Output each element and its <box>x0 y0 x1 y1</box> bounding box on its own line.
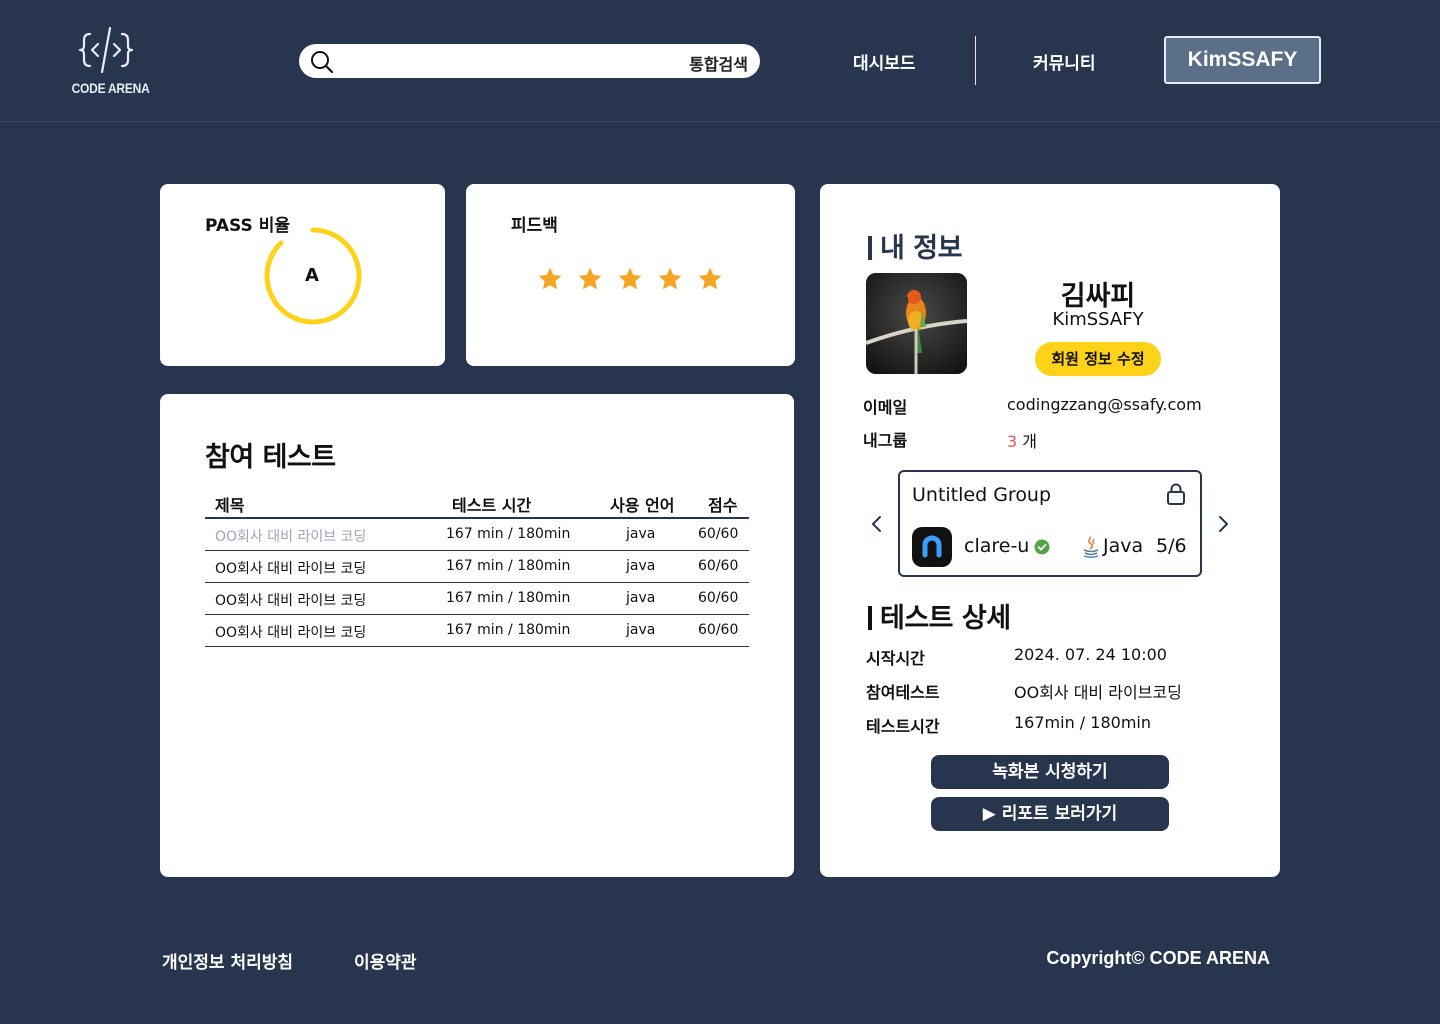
group-count-unit: 개 <box>1017 432 1037 451</box>
group-card[interactable]: Untitled Group clare-u Java 5/6 <box>898 470 1202 577</box>
star-icon <box>618 267 642 290</box>
my-info-title: 내 정보 <box>868 226 962 265</box>
column-time: 테스트 시간 <box>452 496 532 515</box>
table-row[interactable]: OO회사 대비 라이브 코딩 167 min / 180min java 60/… <box>205 551 749 583</box>
parrot-photo <box>866 273 967 374</box>
row-language: java <box>626 558 656 574</box>
row-title[interactable]: OO회사 대비 라이브 코딩 <box>215 558 366 578</box>
feedback-card: 피드백 <box>466 184 795 366</box>
group-member-count: 5/6 <box>1156 535 1187 557</box>
row-time: 167 min / 180min <box>446 622 571 638</box>
table-row[interactable]: OO회사 대비 라이브 코딩 167 min / 180min java 60/… <box>205 519 749 551</box>
start-time-label: 시작시간 <box>866 649 925 668</box>
star-icon <box>698 267 722 290</box>
row-language: java <box>626 590 656 606</box>
lock-icon <box>1167 483 1185 505</box>
feedback-title: 피드백 <box>511 216 558 236</box>
test-detail-title-text: 테스트 상세 <box>880 603 1011 634</box>
test-name-label: 참여테스트 <box>866 683 940 702</box>
row-title[interactable]: OO회사 대비 라이브 코딩 <box>215 622 366 642</box>
view-report-button[interactable]: ▶ 리포트 보러가기 <box>931 797 1169 831</box>
edit-profile-button[interactable]: 회원 정보 수정 <box>1035 342 1161 376</box>
test-time-label: 테스트시간 <box>866 717 940 736</box>
group-count-number: 3 <box>1007 432 1018 451</box>
footer-copyright: Copyright© CODE ARENA <box>1046 948 1270 968</box>
row-score: 60/60 <box>698 590 739 606</box>
search-label[interactable]: 통합검색 <box>689 51 748 75</box>
test-time-value: 167min / 180min <box>1014 713 1151 732</box>
member-logo-icon <box>922 535 942 558</box>
verified-check-icon <box>1034 539 1050 555</box>
java-icon <box>1083 536 1099 558</box>
group-label: 내그룹 <box>863 431 908 450</box>
title-bar <box>868 236 872 260</box>
user-name-english: KimSSAFY <box>1052 309 1144 330</box>
nav-divider <box>975 36 976 85</box>
table-header: 제목 테스트 시간 사용 언어 점수 <box>205 490 749 519</box>
member-avatar <box>912 527 952 567</box>
column-language: 사용 언어 <box>610 496 675 515</box>
logo[interactable]: CODE ARENA <box>66 24 150 100</box>
footer-privacy-link[interactable]: 개인정보 처리방침 <box>162 948 293 973</box>
row-title[interactable]: OO회사 대비 라이브 코딩 <box>215 590 366 610</box>
search-bar[interactable]: 통합검색 <box>299 44 760 78</box>
email-label: 이메일 <box>863 398 908 417</box>
my-info-title-text: 내 정보 <box>880 233 962 264</box>
star-icon <box>658 267 682 290</box>
tests-table: 제목 테스트 시간 사용 언어 점수 OO회사 대비 라이브 코딩 167 mi… <box>205 490 749 647</box>
group-language: Java <box>1103 535 1144 557</box>
footer-terms-link[interactable]: 이용약관 <box>354 948 417 973</box>
search-icon[interactable] <box>310 50 334 74</box>
pass-grade: A <box>305 265 319 286</box>
row-language: java <box>626 526 656 542</box>
column-title: 제목 <box>215 496 245 515</box>
start-time-value: 2024. 07. 24 10:00 <box>1014 645 1167 664</box>
row-time: 167 min / 180min <box>446 590 571 606</box>
chevron-left-icon[interactable] <box>870 514 884 534</box>
user-name-korean: 김싸피 <box>1060 281 1136 312</box>
feedback-rating <box>537 266 723 292</box>
chevron-right-icon[interactable] <box>1216 514 1230 534</box>
user-profile-button[interactable]: KimSSAFY <box>1164 36 1321 84</box>
nav-community[interactable]: 커뮤니티 <box>1033 49 1096 74</box>
top-header: CODE ARENA 통합검색 대시보드 커뮤니티 KimSSAFY <box>0 0 1440 122</box>
row-score: 60/60 <box>698 526 739 542</box>
participated-tests-card: 참여 테스트 제목 테스트 시간 사용 언어 점수 OO회사 대비 라이브 코딩… <box>160 394 794 877</box>
title-bar <box>868 606 872 630</box>
group-name: Untitled Group <box>912 484 1052 506</box>
member-name: clare-u <box>964 535 1030 557</box>
row-time: 167 min / 180min <box>446 558 571 574</box>
pass-rate-card: PASS 비율 A <box>160 184 445 366</box>
my-info-card: 내 정보 김싸피 KimSSAFY 회원 정보 수정 이메일 codingzza… <box>820 184 1280 877</box>
row-language: java <box>626 622 656 638</box>
nav-dashboard[interactable]: 대시보드 <box>853 49 916 74</box>
group-count: 3 개 <box>1007 428 1037 452</box>
row-title[interactable]: OO회사 대비 라이브 코딩 <box>215 526 366 546</box>
logo-text: CODE ARENA <box>71 80 150 96</box>
column-score: 점수 <box>708 496 738 515</box>
code-brackets-icon <box>78 26 134 74</box>
star-icon <box>578 267 602 290</box>
star-icon <box>538 267 562 290</box>
row-score: 60/60 <box>698 558 739 574</box>
table-row[interactable]: OO회사 대비 라이브 코딩 167 min / 180min java 60/… <box>205 583 749 615</box>
avatar <box>866 273 967 374</box>
row-time: 167 min / 180min <box>446 526 571 542</box>
row-score: 60/60 <box>698 622 739 638</box>
email-value: codingzzang@ssafy.com <box>1007 395 1202 414</box>
test-name-value: OO회사 대비 라이브코딩 <box>1014 683 1182 702</box>
test-detail-title: 테스트 상세 <box>868 596 1011 635</box>
table-row[interactable]: OO회사 대비 라이브 코딩 167 min / 180min java 60/… <box>205 615 749 647</box>
participated-tests-title: 참여 테스트 <box>205 442 336 473</box>
watch-recording-button[interactable]: 녹화본 시청하기 <box>931 755 1169 789</box>
